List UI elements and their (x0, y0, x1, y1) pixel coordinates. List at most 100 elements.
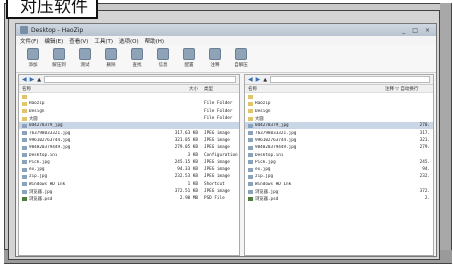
comment-button[interactable]: 注释 (206, 48, 224, 69)
file-row[interactable]: Design (245, 108, 433, 115)
test-button[interactable]: 测试 (76, 48, 94, 69)
minimize-button[interactable]: _ (400, 27, 407, 34)
col-comment[interactable]: 注释 ▽ 自动换行 (385, 86, 433, 92)
file-icon (248, 174, 253, 179)
file-row[interactable]: 763798033321.jpg 317.63 KB JPEG image (19, 129, 239, 136)
box-front-face: Desktop - HaoZip _ □ × 文件(F) 编辑(E) 查看(V)… (8, 10, 440, 260)
window-title: Desktop - HaoZip (31, 26, 84, 34)
file-name: ex.jpg (255, 167, 271, 173)
right-address-bar: ◀ ▶ ▲ (245, 75, 433, 85)
file-name: 浏览器.psd (29, 196, 53, 202)
menu-tools[interactable]: 工具(T) (94, 37, 113, 45)
col-name[interactable]: 名称 (22, 86, 161, 92)
file-size: 94. (422, 167, 430, 173)
file-name: 大圆 (29, 116, 38, 122)
right-file-list: Haozip Design 大圆 0d4278379_jpg 270. 763798033… (245, 93, 433, 255)
file-row[interactable]: Haozip (245, 100, 433, 107)
file-row[interactable]: zip.jpg 232.53 KB JPEG image (19, 173, 239, 180)
file-row[interactable]: 763798033321.jpg 317. (245, 129, 433, 136)
col-type[interactable]: 类型 (201, 86, 239, 92)
right-pane: ◀ ▶ ▲ 名称 注释 ▽ 自动换行 Haozip Design 大圆 0d42783… (244, 74, 434, 256)
file-row[interactable]: Desktop.ini (245, 151, 433, 158)
file-row[interactable]: 984820379449.jpg 279. (245, 144, 433, 151)
file-icon (22, 131, 27, 136)
file-row[interactable]: 浏览器.jpg 372.51 KB JPEG image (19, 188, 239, 195)
file-icon (22, 138, 27, 143)
close-button[interactable]: × (423, 27, 432, 34)
menu-view[interactable]: 查看(V) (69, 37, 88, 45)
file-row[interactable]: ex.jpg 94. (245, 166, 433, 173)
file-icon (248, 160, 253, 165)
file-type: Configuration (204, 152, 238, 158)
left-pane: ◀ ▶ ▲ 名称 大小 类型 Haozip File Folder Design Fi… (18, 74, 240, 256)
left-path-input[interactable] (44, 76, 236, 83)
add-button[interactable]: 添加 (24, 48, 42, 69)
forward-arrow-icon[interactable]: ▶ (256, 76, 261, 83)
menu-options[interactable]: 选项(O) (119, 37, 139, 45)
file-row[interactable]: 996102763744.jpg 321.05 KB JPEG image (19, 137, 239, 144)
file-row[interactable]: Haozip File Folder (19, 100, 239, 107)
file-row[interactable]: Pick.jpg 245.15 KB JPEG image (19, 159, 239, 166)
file-icon (22, 123, 27, 128)
file-name: zip.jpg (255, 174, 274, 180)
file-row[interactable]: Windows HD Ink 1 KB Shortcut (19, 181, 239, 188)
file-icon (22, 189, 27, 194)
up-folder-icon[interactable]: ▲ (37, 77, 41, 83)
file-name: 984820379449.jpg (29, 145, 71, 151)
settings-button[interactable]: 配置 (180, 48, 198, 69)
file-row[interactable]: Design File Folder (19, 108, 239, 115)
sfx-icon (235, 48, 247, 60)
up-folder-icon[interactable]: ▲ (263, 77, 267, 83)
file-row[interactable]: 0d4278379_jpg (19, 122, 239, 130)
menu-help[interactable]: 帮助(H) (145, 37, 164, 45)
maximize-button[interactable]: □ (410, 27, 420, 34)
file-row[interactable]: 浏览器.psd 2. (245, 195, 433, 202)
file-row[interactable]: Desktop.ini 3 KB Configuration (19, 151, 239, 158)
delete-button[interactable]: 删除 (102, 48, 120, 69)
file-row[interactable]: Windows HD Ink (245, 181, 433, 188)
col-size[interactable]: 大小 (161, 86, 201, 92)
file-row[interactable]: ex.jpg 94.33 KB JPEG image (19, 166, 239, 173)
file-name: 大圆 (255, 116, 264, 122)
extract-button[interactable]: 解压到 (50, 48, 68, 69)
file-size: 245.15 KB (174, 159, 198, 165)
file-row[interactable]: Pick.jpg 245. (245, 159, 433, 166)
file-type: JPEG image (204, 137, 230, 143)
file-icon (22, 160, 27, 165)
col-name[interactable]: 名称 (248, 86, 385, 92)
file-row[interactable]: 0d4278379_jpg 270. (245, 122, 433, 130)
forward-arrow-icon[interactable]: ▶ (30, 76, 35, 83)
title-bar: Desktop - HaoZip _ □ × (16, 24, 436, 36)
folder-icon (22, 94, 27, 99)
box-side-face (440, 3, 452, 262)
file-type: File Folder (204, 101, 233, 107)
file-size: 2. (424, 196, 430, 202)
delete-icon (105, 48, 117, 60)
menu-file[interactable]: 文件(F) (20, 37, 38, 45)
file-row[interactable]: 大圆 File Folder (19, 115, 239, 122)
file-row[interactable]: zip.jpg 232. (245, 173, 433, 180)
file-name: Haozip (255, 101, 271, 107)
file-size: 317. (419, 130, 430, 136)
file-name: Pick.jpg (29, 159, 50, 165)
back-arrow-icon[interactable]: ◀ (22, 76, 27, 83)
menu-edit[interactable]: 编辑(E) (44, 37, 63, 45)
file-row[interactable]: 浏览器.psd 2.90 MB PSD File (19, 195, 239, 202)
file-size: 2.90 MB (179, 196, 198, 202)
file-row[interactable]: 浏览器.jpg 372. (245, 188, 433, 195)
file-row[interactable]: 984820379449.jpg 279.05 KB JPEG image (19, 144, 239, 151)
find-button[interactable]: 查找 (128, 48, 146, 69)
sfx-button[interactable]: 自解压 (232, 48, 250, 69)
folder-icon (22, 101, 27, 106)
right-path-input[interactable] (270, 76, 430, 83)
folder-icon (248, 101, 253, 106)
file-row[interactable] (19, 93, 239, 100)
file-name: 763798033321.jpg (255, 130, 297, 136)
file-row[interactable]: 996102763744.jpg 321. (245, 137, 433, 144)
file-name: 984820379449.jpg (255, 145, 297, 151)
file-row[interactable] (245, 93, 433, 100)
toolbar: 添加 解压到 测试 删除 查找 信息 配置 注释 自解压 (16, 45, 436, 73)
file-row[interactable]: 大圆 (245, 115, 433, 122)
back-arrow-icon[interactable]: ◀ (248, 76, 253, 83)
info-button[interactable]: 信息 (154, 48, 172, 69)
